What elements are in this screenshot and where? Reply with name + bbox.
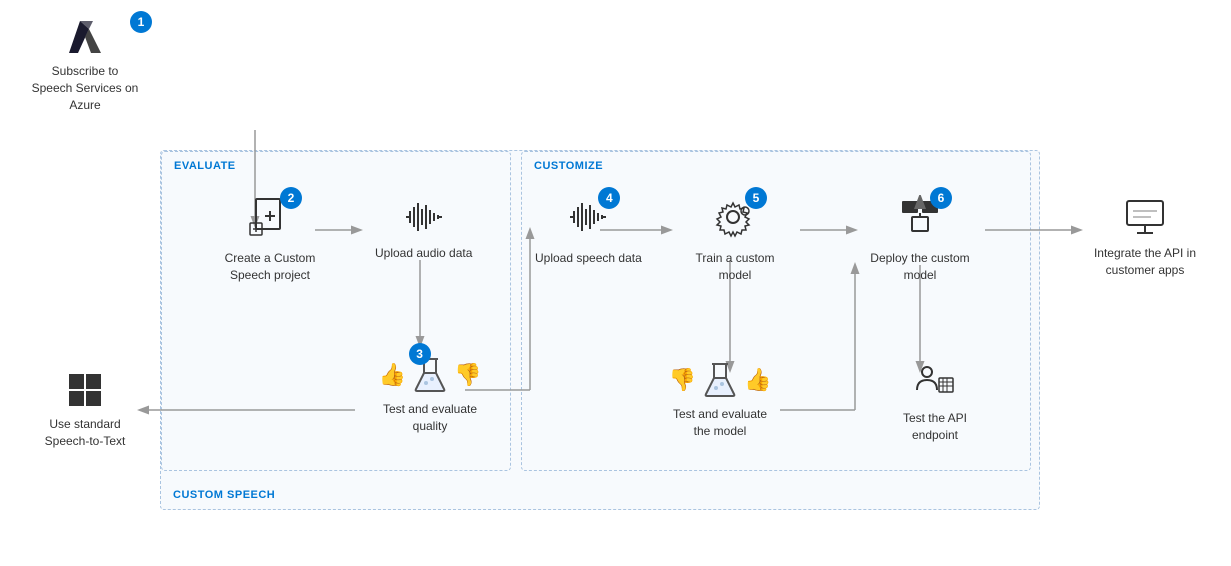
badge-3: 3 [409, 343, 431, 365]
step-standard-stt-label: Use standard Speech-to-Text [30, 416, 140, 450]
badge-6: 6 [930, 187, 952, 209]
test-api-icon [913, 360, 957, 404]
step-create-project-label: Create a Custom Speech project [215, 250, 325, 284]
step-create-project: 2 Create a Custom Speech project [215, 195, 325, 284]
step-train-model: 5 Train a custom model [680, 195, 790, 284]
thumb-up-model-icon: 👍 [744, 367, 771, 393]
badge-4: 4 [598, 187, 620, 209]
step-test-evaluate: 👍 👎 3 Test and evaluate quality [375, 355, 485, 435]
flask-model-icon [702, 360, 738, 400]
step-integrate-api-label: Integrate the API in customer apps [1090, 245, 1200, 279]
step-test-model: 👎 👍 Test and evaluate the model [665, 360, 775, 440]
step-train-model-label: Train a custom model [680, 250, 790, 284]
thumb-down-icon: 👎 [454, 362, 481, 388]
step-test-api: Test the API endpoint [880, 360, 990, 444]
step-upload-audio: Upload audio data [375, 195, 472, 262]
step-upload-speech-label: Upload speech data [535, 250, 642, 267]
step-upload-speech: 4 Upload speech data [535, 195, 642, 267]
badge-1: 1 [130, 11, 152, 33]
badge-2: 2 [280, 187, 302, 209]
badge-5: 5 [745, 187, 767, 209]
step-standard-stt: Use standard Speech-to-Text [30, 370, 140, 450]
thumb-down-model-icon: 👎 [669, 367, 696, 393]
windows-icon [65, 370, 105, 410]
thumb-up-icon: 👍 [379, 362, 406, 388]
label-custom-speech: CUSTOM SPEECH [173, 489, 275, 501]
step-deploy-model-label: Deploy the custom model [865, 250, 975, 284]
upload-audio-icon [402, 195, 446, 239]
azure-logo-icon [65, 17, 105, 57]
diagram-container: EVALUATE CUSTOMIZE CUSTOM SPEECH [0, 0, 1231, 566]
integrate-api-icon [1123, 195, 1167, 239]
step-test-api-label: Test the API endpoint [880, 410, 990, 444]
step-upload-audio-label: Upload audio data [375, 245, 472, 262]
label-customize: CUSTOMIZE [534, 160, 603, 172]
step-azure: 1 Subscribe to Speech Services on Azure [30, 17, 140, 113]
label-evaluate: EVALUATE [174, 160, 236, 172]
step-integrate-api: Integrate the API in customer apps [1090, 195, 1200, 279]
step-azure-label: Subscribe to Speech Services on Azure [30, 63, 140, 113]
step-test-model-label: Test and evaluate the model [665, 406, 775, 440]
step-test-evaluate-label: Test and evaluate quality [375, 401, 485, 435]
step-deploy-model: 6 Deploy the custom model [865, 195, 975, 284]
